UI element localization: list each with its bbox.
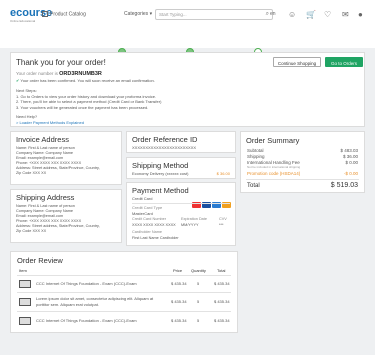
header-item: Item — [19, 268, 27, 273]
handling-fee-value: $ 0.00 — [345, 160, 358, 165]
invoice-title: Invoice Address — [16, 135, 69, 144]
notification-icon[interactable]: ♡ — [324, 10, 331, 19]
order-reference-card: Order Reference ID XXXXXXXXXXXXXXXXXXXXX… — [126, 131, 236, 153]
item-price: $ 435.34 — [171, 281, 187, 286]
invoice-details: Name: First & Last name of person Compan… — [16, 146, 100, 175]
order-summary-title: Order Summary — [246, 136, 300, 145]
item-total: $ 435.34 — [214, 318, 230, 323]
messages-icon[interactable]: ✉ — [342, 10, 349, 19]
invoice-address-card: Invoice Address Name: First & Last name … — [10, 131, 122, 185]
card-logos — [191, 195, 231, 213]
search-input[interactable]: Start Typing... ⌕ — [155, 9, 273, 20]
subtotal-label: Subtotal — [247, 148, 264, 153]
shipping-method-price: $ 36.00 — [216, 171, 230, 176]
total-label: Total — [247, 183, 260, 189]
header-price: Price — [173, 268, 183, 273]
product-catalog-link[interactable]: Product Catalog — [42, 11, 86, 17]
product-thumbnail — [19, 280, 31, 288]
check-icon: ✔ — [16, 78, 20, 83]
product-thumbnail — [19, 317, 31, 325]
header-quantity: Quantity — [191, 268, 206, 273]
card-cvv: *** — [219, 222, 224, 227]
item-quantity: 5 — [197, 299, 200, 304]
search-icon[interactable]: ⌕ — [266, 11, 269, 18]
order-review-title: Order Review — [17, 256, 63, 265]
order-number: Your order number is ORD3RNUMB3R — [16, 71, 102, 77]
card-type: MasterCard — [132, 210, 153, 216]
shipping-method-card: Shipping Method Economy Delivery (xxxxxx… — [126, 157, 236, 179]
payment-type: Credit Card — [132, 196, 153, 201]
checkout-steps: DetailsThis is a demo option PaymentThis… — [0, 24, 375, 67]
cart-icon[interactable]: 🛒 — [306, 10, 316, 19]
item-name[interactable]: CCC Internet Of Things Foundation - Exam… — [36, 281, 166, 287]
shipping-method-title: Shipping Method — [132, 161, 189, 170]
order-review-card: Order Review Item Price Quantity Total C… — [10, 251, 238, 333]
card-expiry: MM/YYYY — [181, 222, 199, 227]
profile-avatar[interactable]: ● — [358, 10, 363, 19]
item-total: $ 435.34 — [214, 299, 230, 304]
shipping-address-card: Shipping Address Name: First & Last name… — [10, 189, 122, 243]
shipping-value: $ 36.00 — [342, 154, 358, 159]
thank-you-card: Thank you for your order! Continue Shopp… — [10, 52, 365, 127]
need-help: Need Help? > Loader Payment Methods Expl… — [16, 114, 84, 125]
next-steps: Next Steps: 1. Go to Orders to view your… — [16, 88, 162, 110]
item-price: $ 435.34 — [171, 299, 187, 304]
shipping-label: Shipping — [247, 154, 265, 159]
cardholder-name: First Last Name Cardholder — [132, 235, 179, 240]
card-number: XXXX XXXX XXXX XXXX — [132, 222, 176, 227]
product-thumbnail — [19, 298, 31, 306]
order-reference-value: XXXXXXXXXXXXXXXXXXXXXXXX — [132, 145, 197, 150]
item-price: $ 435.34 — [171, 318, 187, 323]
thank-you-title: Thank you for your order! — [16, 58, 106, 67]
order-summary-card: Order Summary Subtotal $ 483.03 Shipping… — [240, 131, 365, 193]
subtotal-value: $ 483.03 — [340, 148, 358, 153]
payment-methods-link[interactable]: > Loader Payment Methods Explained — [16, 120, 84, 126]
shipping-address-title: Shipping Address — [16, 193, 75, 202]
total-value: $ 519.03 — [330, 182, 358, 189]
item-quantity: 5 — [197, 281, 200, 286]
confirm-message: ✔ Your order has been confirmed. You wil… — [16, 78, 155, 83]
item-total: $ 435.34 — [214, 281, 230, 286]
language-selector[interactable]: en — [270, 11, 276, 17]
promo-value: -$ 0.00 — [343, 171, 358, 176]
promo-label: Promotion code (HSDA14) — [247, 171, 301, 176]
go-to-orders-button[interactable]: Go to Orders — [325, 57, 363, 67]
handling-fee-note: Not be included in international shippin… — [247, 165, 301, 169]
continue-shopping-button[interactable]: Continue Shopping — [273, 57, 321, 67]
header-total: Total — [217, 268, 226, 273]
shipping-address-details: Name: First & Last name of person Compan… — [16, 204, 100, 233]
item-name[interactable]: Lorem ipsum dolor sit amet, consectetur … — [36, 296, 164, 307]
item-name[interactable]: CCC Internet Of Things Foundation - Exam… — [36, 318, 166, 324]
user-icon[interactable]: ☺ — [288, 10, 296, 19]
item-quantity: 5 — [197, 318, 200, 323]
order-reference-title: Order Reference ID — [132, 135, 198, 144]
payment-method-card: Payment Method Credit Card Credit Card T… — [126, 182, 236, 246]
categories-dropdown[interactable]: Categories ▾ — [124, 11, 152, 17]
payment-method-title: Payment Method — [132, 186, 189, 195]
grid-icon — [42, 11, 48, 17]
shipping-method-name: Economy Delivery (xxxxxx cost) — [132, 171, 189, 176]
